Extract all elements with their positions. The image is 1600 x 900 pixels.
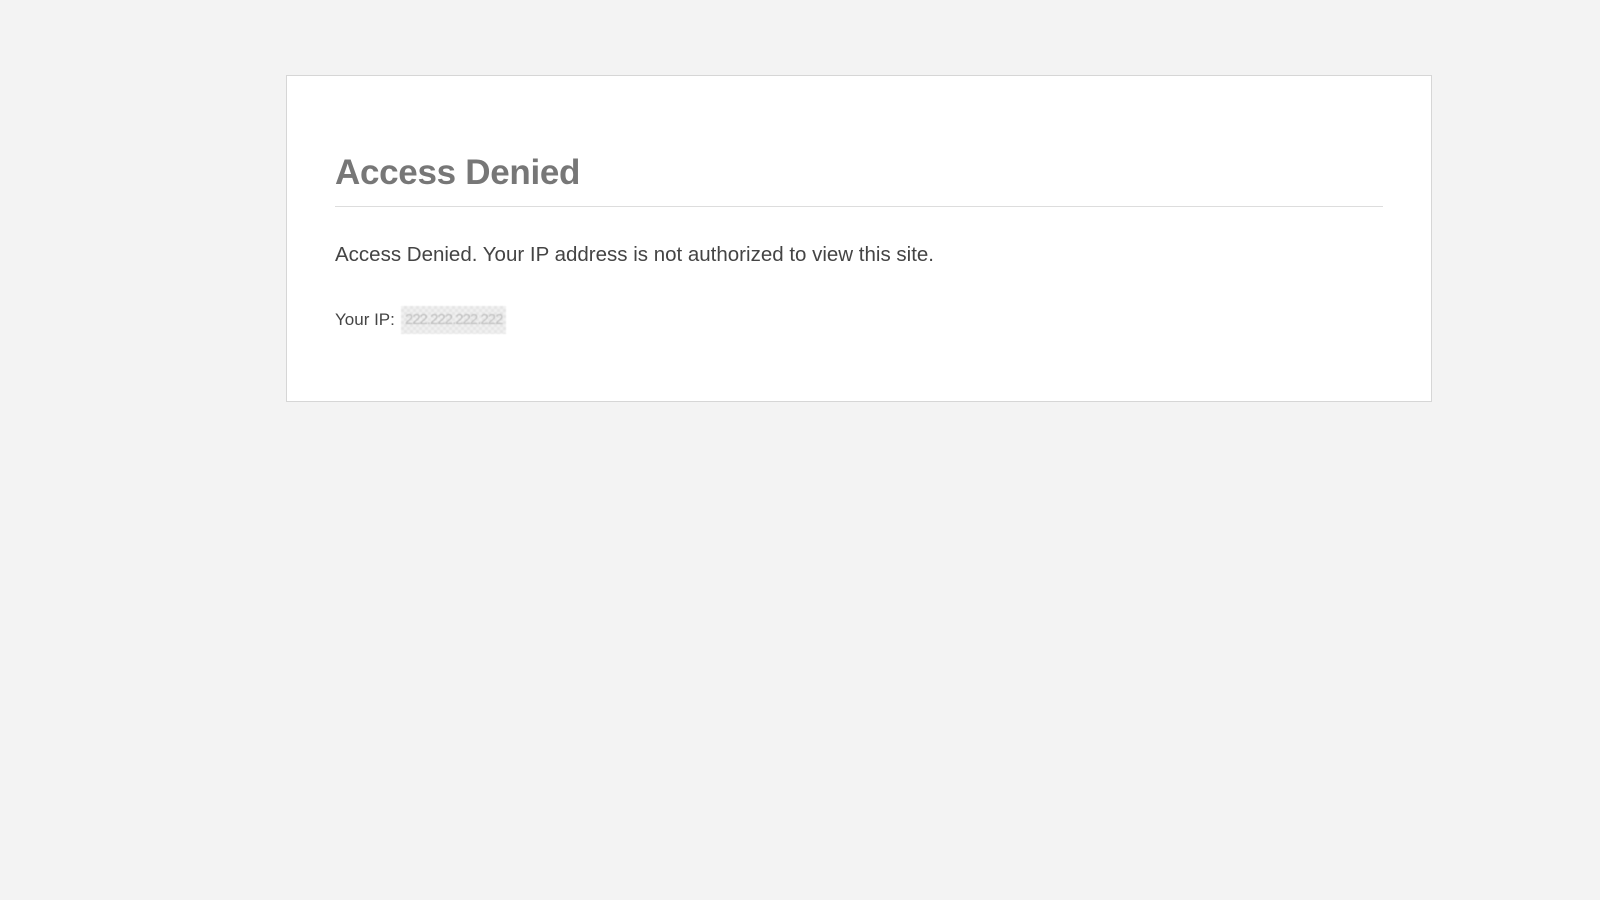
denied-message: Access Denied. Your IP address is not au… <box>335 243 935 266</box>
access-denied-card: Access Denied Access Denied. Your IP add… <box>286 75 1432 402</box>
ip-line: Your IP: 222.222.222.222 <box>335 305 1383 335</box>
title-divider <box>335 206 1383 207</box>
ip-label: Your IP: <box>335 310 395 329</box>
page-title: Access Denied <box>335 153 581 192</box>
ip-value-redacted: 222.222.222.222 <box>401 306 507 334</box>
